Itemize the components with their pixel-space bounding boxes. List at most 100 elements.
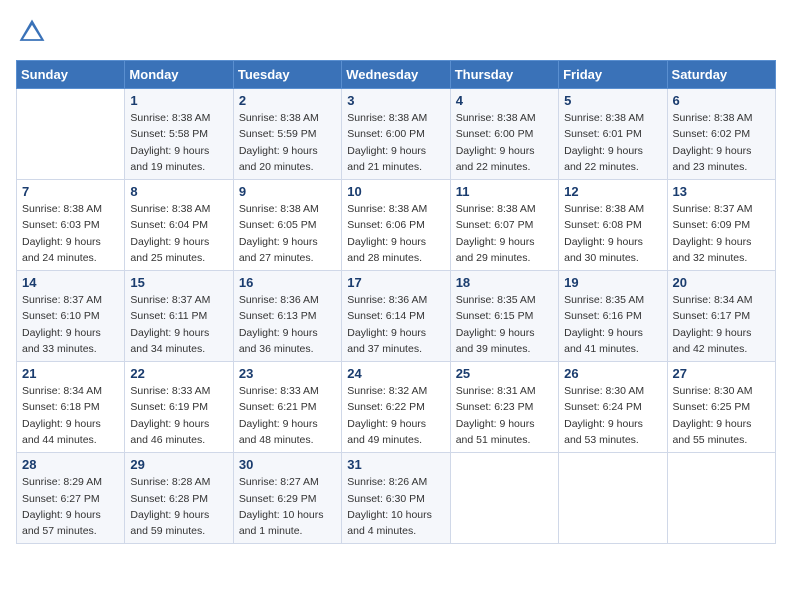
calendar-cell: 16 Sunrise: 8:36 AM Sunset: 6:13 PM Dayli… bbox=[233, 271, 341, 362]
day-info: Sunrise: 8:38 AM Sunset: 6:05 PM Dayligh… bbox=[239, 201, 336, 266]
calendar-cell: 20Sunrise: 8:34 AM Sunset: 6:17 PM Dayli… bbox=[667, 271, 775, 362]
calendar-cell: 2 Sunrise: 8:38 AM Sunset: 5:59 PM Daylig… bbox=[233, 89, 341, 180]
header-wednesday: Wednesday bbox=[342, 61, 450, 89]
day-number: 12 bbox=[564, 184, 661, 199]
day-number: 23 bbox=[239, 366, 336, 381]
day-info: Sunrise: 8:30 AM Sunset: 6:25 PM Dayligh… bbox=[673, 383, 770, 448]
day-number: 22 bbox=[130, 366, 227, 381]
calendar-cell bbox=[559, 453, 667, 544]
calendar-cell: 24 Sunrise: 8:32 AM Sunset: 6:22 PM Dayli… bbox=[342, 362, 450, 453]
day-number: 16 bbox=[239, 275, 336, 290]
day-info: Sunrise: 8:35 AM Sunset: 6:15 PM Dayligh… bbox=[456, 292, 553, 357]
day-info: Sunrise: 8:27 AM Sunset: 6:29 PM Dayligh… bbox=[239, 474, 336, 539]
day-info: Sunrise: 8:26 AM Sunset: 6:30 PM Dayligh… bbox=[347, 474, 444, 539]
day-number: 17 bbox=[347, 275, 444, 290]
calendar-cell: 9 Sunrise: 8:38 AM Sunset: 6:05 PM Daylig… bbox=[233, 180, 341, 271]
header-tuesday: Tuesday bbox=[233, 61, 341, 89]
day-number: 9 bbox=[239, 184, 336, 199]
day-info: Sunrise: 8:28 AM Sunset: 6:28 PM Dayligh… bbox=[130, 474, 227, 539]
day-number: 29 bbox=[130, 457, 227, 472]
day-number: 26 bbox=[564, 366, 661, 381]
calendar-header-row: SundayMondayTuesdayWednesdayThursdayFrid… bbox=[17, 61, 776, 89]
day-info: Sunrise: 8:29 AM Sunset: 6:27 PM Dayligh… bbox=[22, 474, 119, 539]
calendar-cell: 18Sunrise: 8:35 AM Sunset: 6:15 PM Dayli… bbox=[450, 271, 558, 362]
day-number: 14 bbox=[22, 275, 119, 290]
header-friday: Friday bbox=[559, 61, 667, 89]
day-number: 1 bbox=[130, 93, 227, 108]
calendar-cell: 28Sunrise: 8:29 AM Sunset: 6:27 PM Dayli… bbox=[17, 453, 125, 544]
day-info: Sunrise: 8:38 AM Sunset: 6:07 PM Dayligh… bbox=[456, 201, 553, 266]
header-monday: Monday bbox=[125, 61, 233, 89]
calendar-cell: 19 Sunrise: 8:35 AM Sunset: 6:16 PM Dayli… bbox=[559, 271, 667, 362]
calendar-week-0: 1 Sunrise: 8:38 AM Sunset: 5:58 PM Daylig… bbox=[17, 89, 776, 180]
day-number: 20 bbox=[673, 275, 770, 290]
calendar-cell: 4 Sunrise: 8:38 AM Sunset: 6:00 PM Daylig… bbox=[450, 89, 558, 180]
calendar-cell: 1 Sunrise: 8:38 AM Sunset: 5:58 PM Daylig… bbox=[125, 89, 233, 180]
calendar-cell: 23 Sunrise: 8:33 AM Sunset: 6:21 PM Dayli… bbox=[233, 362, 341, 453]
day-info: Sunrise: 8:36 AM Sunset: 6:14 PM Dayligh… bbox=[347, 292, 444, 357]
calendar-cell: 17 Sunrise: 8:36 AM Sunset: 6:14 PM Dayli… bbox=[342, 271, 450, 362]
calendar-cell bbox=[667, 453, 775, 544]
header-thursday: Thursday bbox=[450, 61, 558, 89]
day-info: Sunrise: 8:38 AM Sunset: 6:00 PM Dayligh… bbox=[456, 110, 553, 175]
day-number: 27 bbox=[673, 366, 770, 381]
calendar-cell bbox=[450, 453, 558, 544]
calendar-cell: 6Sunrise: 8:38 AM Sunset: 6:02 PM Daylig… bbox=[667, 89, 775, 180]
calendar-week-2: 14 Sunrise: 8:37 AM Sunset: 6:10 PM Dayli… bbox=[17, 271, 776, 362]
logo-icon bbox=[16, 16, 48, 48]
calendar-cell: 3Sunrise: 8:38 AM Sunset: 6:00 PM Daylig… bbox=[342, 89, 450, 180]
day-number: 13 bbox=[673, 184, 770, 199]
day-number: 7 bbox=[22, 184, 119, 199]
calendar-cell: 13 Sunrise: 8:37 AM Sunset: 6:09 PM Dayli… bbox=[667, 180, 775, 271]
day-info: Sunrise: 8:33 AM Sunset: 6:21 PM Dayligh… bbox=[239, 383, 336, 448]
day-info: Sunrise: 8:38 AM Sunset: 6:01 PM Dayligh… bbox=[564, 110, 661, 175]
header-saturday: Saturday bbox=[667, 61, 775, 89]
calendar-cell: 14 Sunrise: 8:37 AM Sunset: 6:10 PM Dayli… bbox=[17, 271, 125, 362]
day-info: Sunrise: 8:34 AM Sunset: 6:18 PM Dayligh… bbox=[22, 383, 119, 448]
calendar-cell: 29 Sunrise: 8:28 AM Sunset: 6:28 PM Dayli… bbox=[125, 453, 233, 544]
day-number: 5 bbox=[564, 93, 661, 108]
calendar-cell: 10 Sunrise: 8:38 AM Sunset: 6:06 PM Dayli… bbox=[342, 180, 450, 271]
calendar-cell: 30Sunrise: 8:27 AM Sunset: 6:29 PM Dayli… bbox=[233, 453, 341, 544]
day-info: Sunrise: 8:33 AM Sunset: 6:19 PM Dayligh… bbox=[130, 383, 227, 448]
day-info: Sunrise: 8:37 AM Sunset: 6:09 PM Dayligh… bbox=[673, 201, 770, 266]
header-sunday: Sunday bbox=[17, 61, 125, 89]
day-number: 19 bbox=[564, 275, 661, 290]
day-number: 25 bbox=[456, 366, 553, 381]
calendar-cell: 7 Sunrise: 8:38 AM Sunset: 6:03 PM Daylig… bbox=[17, 180, 125, 271]
day-number: 10 bbox=[347, 184, 444, 199]
day-number: 24 bbox=[347, 366, 444, 381]
day-number: 31 bbox=[347, 457, 444, 472]
day-info: Sunrise: 8:37 AM Sunset: 6:10 PM Dayligh… bbox=[22, 292, 119, 357]
day-info: Sunrise: 8:38 AM Sunset: 6:04 PM Dayligh… bbox=[130, 201, 227, 266]
day-number: 8 bbox=[130, 184, 227, 199]
calendar-cell: 31 Sunrise: 8:26 AM Sunset: 6:30 PM Dayli… bbox=[342, 453, 450, 544]
day-info: Sunrise: 8:38 AM Sunset: 5:59 PM Dayligh… bbox=[239, 110, 336, 175]
calendar-table: SundayMondayTuesdayWednesdayThursdayFrid… bbox=[16, 60, 776, 544]
day-info: Sunrise: 8:36 AM Sunset: 6:13 PM Dayligh… bbox=[239, 292, 336, 357]
day-info: Sunrise: 8:38 AM Sunset: 5:58 PM Dayligh… bbox=[130, 110, 227, 175]
calendar-cell: 27 Sunrise: 8:30 AM Sunset: 6:25 PM Dayli… bbox=[667, 362, 775, 453]
day-info: Sunrise: 8:38 AM Sunset: 6:08 PM Dayligh… bbox=[564, 201, 661, 266]
calendar-week-1: 7 Sunrise: 8:38 AM Sunset: 6:03 PM Daylig… bbox=[17, 180, 776, 271]
day-number: 15 bbox=[130, 275, 227, 290]
calendar-cell: 26Sunrise: 8:30 AM Sunset: 6:24 PM Dayli… bbox=[559, 362, 667, 453]
calendar-cell: 5 Sunrise: 8:38 AM Sunset: 6:01 PM Daylig… bbox=[559, 89, 667, 180]
day-info: Sunrise: 8:38 AM Sunset: 6:06 PM Dayligh… bbox=[347, 201, 444, 266]
calendar-cell: 12 Sunrise: 8:38 AM Sunset: 6:08 PM Dayli… bbox=[559, 180, 667, 271]
calendar-cell: 8 Sunrise: 8:38 AM Sunset: 6:04 PM Daylig… bbox=[125, 180, 233, 271]
day-info: Sunrise: 8:37 AM Sunset: 6:11 PM Dayligh… bbox=[130, 292, 227, 357]
day-info: Sunrise: 8:32 AM Sunset: 6:22 PM Dayligh… bbox=[347, 383, 444, 448]
day-number: 6 bbox=[673, 93, 770, 108]
day-info: Sunrise: 8:35 AM Sunset: 6:16 PM Dayligh… bbox=[564, 292, 661, 357]
day-info: Sunrise: 8:38 AM Sunset: 6:03 PM Dayligh… bbox=[22, 201, 119, 266]
calendar-cell bbox=[17, 89, 125, 180]
day-number: 21 bbox=[22, 366, 119, 381]
day-info: Sunrise: 8:31 AM Sunset: 6:23 PM Dayligh… bbox=[456, 383, 553, 448]
day-number: 4 bbox=[456, 93, 553, 108]
header bbox=[16, 16, 776, 48]
day-number: 2 bbox=[239, 93, 336, 108]
logo bbox=[16, 16, 52, 48]
calendar-week-3: 21 Sunrise: 8:34 AM Sunset: 6:18 PM Dayli… bbox=[17, 362, 776, 453]
calendar-cell: 25 Sunrise: 8:31 AM Sunset: 6:23 PM Dayli… bbox=[450, 362, 558, 453]
